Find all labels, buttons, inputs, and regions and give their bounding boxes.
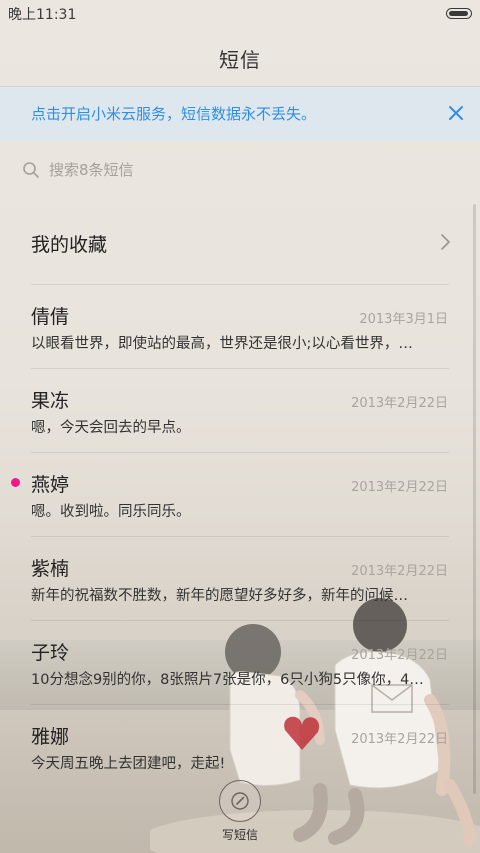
search-bar[interactable]: [0, 140, 480, 200]
message-date: 2013年2月22日: [351, 480, 448, 495]
scrollbar[interactable]: [473, 204, 476, 794]
compose-label: 写短信: [221, 828, 258, 842]
chevron-right-icon: [441, 234, 450, 250]
message-preview: 新年的祝福数不胜数，新年的愿望好多好多，新年的问候…: [31, 588, 408, 604]
favorites-label: 我的收藏: [31, 234, 108, 256]
message-date: 2013年2月22日: [351, 564, 448, 579]
search-input[interactable]: [49, 158, 429, 182]
contact-name: 子玲: [31, 642, 70, 664]
contact-name: 紫楠: [31, 558, 70, 580]
message-preview: 10分想念9别的你，8张照片7张是你，6只小狗5只像你，4…: [31, 672, 424, 688]
message-date: 2013年3月1日: [359, 312, 448, 327]
contact-name: 燕婷: [31, 474, 70, 496]
contact-name: 果冻: [31, 390, 70, 412]
conversation-row[interactable]: 果冻 2013年2月22日 嗯，今天会回去的早点。: [0, 368, 480, 452]
sms-app-screen: 晚上11:31 短信 点击开启小米云服务，短信数据永不丢失。 我的收藏 倩倩: [0, 0, 480, 853]
cloud-service-banner[interactable]: 点击开启小米云服务，短信数据永不丢失。: [0, 86, 480, 141]
message-date: 2013年2月22日: [351, 648, 448, 663]
conversation-row[interactable]: 子玲 2013年2月22日 10分想念9别的你，8张照片7张是你，6只小狗5只像…: [0, 620, 480, 704]
message-preview: 嗯，今天会回去的早点。: [31, 420, 191, 436]
conversation-row[interactable]: 紫楠 2013年2月22日 新年的祝福数不胜数，新年的愿望好多好多，新年的问候…: [0, 536, 480, 620]
battery-icon: [446, 8, 472, 19]
conversation-row[interactable]: 倩倩 2013年3月1日 以眼看世界，即使站的最高，世界还是很小;以心看世界，…: [0, 284, 480, 368]
status-bar: 晚上11:31: [0, 0, 480, 28]
close-icon[interactable]: [446, 103, 466, 123]
title-bar: 短信: [0, 28, 480, 86]
conversation-row[interactable]: 燕婷 2013年2月22日 嗯。收到啦。同乐同乐。: [0, 452, 480, 536]
message-preview: 嗯。收到啦。同乐同乐。: [31, 504, 191, 520]
unread-dot-icon: [11, 478, 20, 487]
search-icon: [23, 162, 39, 178]
compose-button[interactable]: 写短信: [212, 774, 268, 846]
message-preview: 今天周五晚上去团建吧，走起!: [31, 756, 226, 772]
status-time: 晚上11:31: [8, 7, 77, 23]
message-date: 2013年2月22日: [351, 396, 448, 411]
contact-name: 倩倩: [31, 306, 70, 328]
cloud-banner-text[interactable]: 点击开启小米云服务，短信数据永不丢失。: [31, 103, 316, 124]
message-date: 2013年2月22日: [351, 732, 448, 747]
message-preview: 以眼看世界，即使站的最高，世界还是很小;以心看世界，…: [31, 336, 413, 352]
contact-name: 雅娜: [31, 726, 70, 748]
favorites-row[interactable]: 我的收藏: [0, 200, 480, 284]
compose-icon: [231, 792, 249, 810]
page-title: 短信: [219, 48, 261, 72]
